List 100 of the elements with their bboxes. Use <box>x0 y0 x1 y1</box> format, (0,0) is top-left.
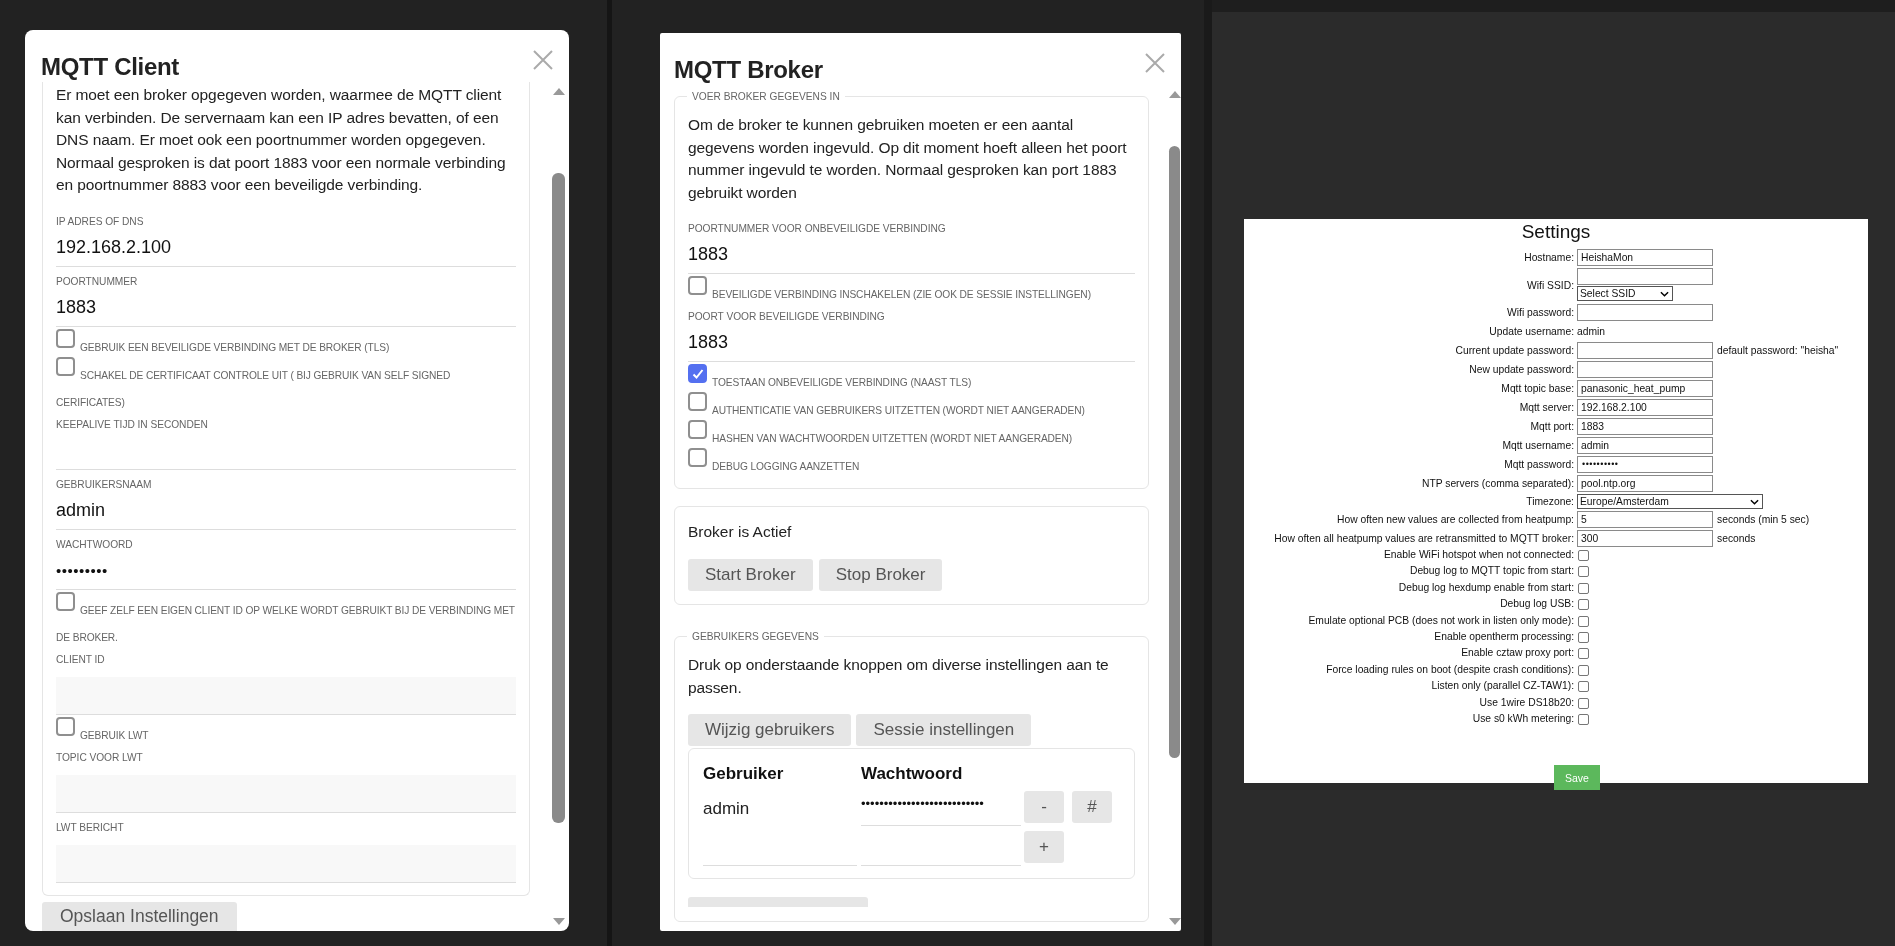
action-button[interactable]: + <box>1024 831 1064 863</box>
setting-label: Wifi password: <box>1506 306 1574 319</box>
text-field[interactable]: 1883 <box>688 324 1135 362</box>
text-field[interactable]: 5 <box>1577 511 1713 528</box>
checkbox[interactable] <box>1578 648 1589 660</box>
checkbox[interactable] <box>688 392 707 411</box>
checkbox[interactable] <box>56 328 75 348</box>
checkbox[interactable] <box>1578 582 1589 594</box>
text-field[interactable]: 1883 <box>56 288 516 327</box>
close-button[interactable] <box>531 48 555 72</box>
ssid-dropdown[interactable]: Select SSID <box>1577 286 1673 301</box>
text-field[interactable] <box>1577 342 1713 359</box>
save-button[interactable]: Opslaan Instellingen <box>42 901 237 931</box>
field-label: CLIENT ID <box>56 652 106 667</box>
field-label: TOPIC VOOR LWT <box>56 750 144 765</box>
checkbox-label: GEBRUIK LWT <box>80 729 149 741</box>
checkbox[interactable] <box>56 716 75 736</box>
setting-label: Enable WiFi hotspot when not connected: <box>1382 548 1574 562</box>
password-field[interactable]: ••••••••• <box>56 551 516 590</box>
hint-text: seconds <box>1716 533 1757 544</box>
settings-button[interactable]: Wijzig gebruikers <box>688 714 852 746</box>
checkbox[interactable] <box>1578 697 1589 709</box>
field-label: KEEPALIVE TIJD IN SECONDEN <box>56 417 209 432</box>
text-field[interactable]: HeishaMon <box>1577 249 1713 266</box>
settings-button[interactable]: Sessie instellingen <box>856 714 1032 746</box>
field-label: POORTNUMMER <box>56 274 139 289</box>
text-field[interactable] <box>1577 361 1713 378</box>
checkbox[interactable] <box>688 276 707 295</box>
checkbox-label: BEVEILIGDE VERBINDING INSCHAKELEN (ZIE OOK DE SESSIE INSTELLINGEN) <box>712 289 1091 300</box>
text-field[interactable]: panasonic_heat_pump <box>1577 380 1713 397</box>
setting-label: Mqtt username: <box>1501 439 1574 452</box>
setting-label: Enable cztaw proxy port: <box>1460 646 1574 661</box>
close-button[interactable] <box>1143 51 1167 75</box>
checkbox[interactable] <box>1578 566 1589 578</box>
setting-label: Use s0 kWh metering: <box>1471 711 1574 726</box>
text-field[interactable]: admin <box>1577 437 1713 454</box>
checkbox[interactable] <box>1578 631 1589 643</box>
group-legend: VOER BROKER GEGEVENS IN <box>687 91 845 102</box>
setting-label: Use 1wire DS18b20: <box>1478 695 1574 710</box>
text-field[interactable] <box>1577 304 1713 321</box>
setting-label: How often all heatpump values are retransmitted to MQTT broker: <box>1273 532 1574 545</box>
field-label: LWT BERICHT <box>56 820 125 835</box>
checkbox-label: GEBRUIK EEN BEVEILIGDE VERBINDING MET DE BROKER (TLS) <box>80 341 390 353</box>
setting-label: Mqtt password: <box>1503 458 1574 471</box>
checkbox-label: SCHAKEL DE CERTIFICAAT CONTROLE UIT ( BIJ GEBRUIK VAN SELF SIGNED CERIFICATES) <box>56 369 451 408</box>
dialog-title: MQTT Client <box>41 52 180 82</box>
field-label: POORTNUMMER VOOR ONBEVEILIGDE VERBINDING <box>688 222 947 236</box>
hint-text: seconds (min 5 sec) <box>1716 514 1811 525</box>
action-button[interactable]: - <box>1024 791 1064 823</box>
checkbox[interactable] <box>1578 664 1589 676</box>
setting-label: Debug log USB: <box>1499 597 1574 612</box>
checkbox-label: DEBUG LOGGING AANZETTEN <box>712 461 860 472</box>
timezone-dropdown[interactable]: Europe/Amsterdam <box>1577 494 1763 509</box>
field-label: IP ADRES OF DNS <box>56 214 145 229</box>
checkbox[interactable] <box>688 448 707 467</box>
group-legend: GEBRUIKERS GEGEVENS <box>687 631 824 642</box>
checkbox[interactable] <box>688 420 707 439</box>
checkbox[interactable] <box>688 364 707 383</box>
checkbox[interactable] <box>1578 615 1589 627</box>
field-label: WACHTWOORD <box>56 537 134 552</box>
setting-label: How often new values are collected from heatpump: <box>1336 513 1574 526</box>
broker-button[interactable]: Start Broker <box>688 559 813 591</box>
check-icon <box>691 367 705 381</box>
setting-label: Wifi SSID: <box>1526 278 1574 292</box>
setting-value: admin <box>1577 325 1607 339</box>
text-field[interactable]: pool.ntp.org <box>1577 475 1713 492</box>
checkbox[interactable] <box>56 591 75 611</box>
setting-label: Update username: <box>1488 325 1574 338</box>
setting-label: Hostname: <box>1523 251 1574 264</box>
intro-text: Er moet een broker opgegeven worden, waarmee de MQTT client kan verbinden. De servernaam kan een IP adres bevatten, of een DNS naam. Er moet ook een poortnummer worden opgegeven. Normaal gesproken is dat poort 1883 voor een normale verbinding en poortnummer 8883 voor een beveiligde verbinding. <box>56 85 507 195</box>
column-header: Gebruiker <box>703 763 785 785</box>
setting-label: Debug log hexdump enable from start: <box>1397 580 1574 595</box>
text-field[interactable]: 192.168.2.100 <box>56 228 516 267</box>
checkbox[interactable] <box>56 356 75 376</box>
checkbox-label: GEEF ZELF EEN EIGEN CLIENT ID OP WELKE WORDT GEBRUIKT BIJ DE VERBINDING MET DE BROKER. <box>56 604 515 643</box>
text-field[interactable]: 1883 <box>688 236 1135 274</box>
checkbox[interactable] <box>1578 713 1589 725</box>
password-field[interactable]: ••••••••••••••••••••••••••• <box>861 791 1021 826</box>
checkbox[interactable] <box>1578 599 1589 611</box>
action-button[interactable]: # <box>1072 791 1112 823</box>
text-field[interactable]: admin <box>56 491 516 530</box>
text-field[interactable]: 1883 <box>1577 418 1713 435</box>
text-field[interactable]: 300 <box>1577 530 1713 547</box>
setting-label: Mqtt port: <box>1529 420 1574 433</box>
text-field[interactable] <box>1577 268 1713 285</box>
checkbox[interactable] <box>1578 550 1589 561</box>
table-cell-text: admin <box>703 798 751 820</box>
setting-label: Listen only (parallel CZ-TAW1): <box>1430 679 1574 694</box>
field-label: POORT VOOR BEVEILIGDE VERBINDING <box>688 310 886 324</box>
text-field[interactable]: 192.168.2.100 <box>1577 399 1713 416</box>
settings-title: Settings <box>1520 220 1592 244</box>
password-field[interactable]: •••••••••• <box>1577 456 1713 473</box>
checkbox[interactable] <box>1578 681 1589 693</box>
status-text: Broker is Actief <box>688 522 793 542</box>
setting-label: NTP servers (comma separated): <box>1420 477 1574 490</box>
hint-text: default password: "heisha" <box>1716 345 1840 356</box>
caret-icon <box>1750 498 1759 505</box>
intro-text: Om de broker te kunnen gebruiken moeten er een aantal gegevens worden ingevuld. Op dit moment hoeft alleen het poort nummer ingevuld te worden. Normaal gesproken kan port 1883 gebruikt worden <box>688 115 1128 203</box>
broker-button[interactable]: Stop Broker <box>818 559 943 591</box>
setting-label: Mqtt topic base: <box>1500 382 1574 395</box>
